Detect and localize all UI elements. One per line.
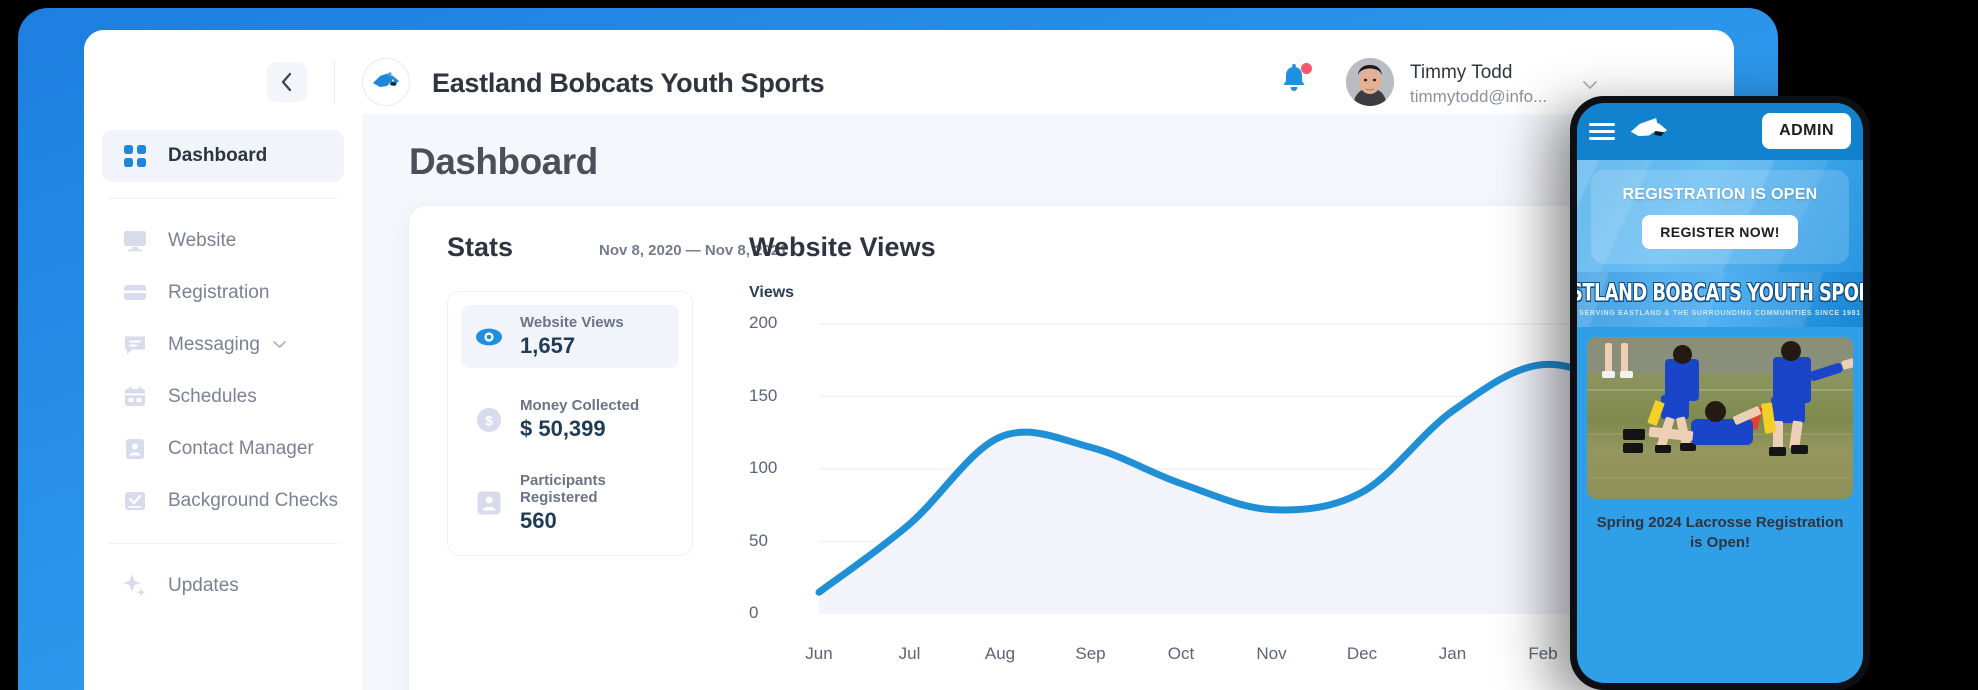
page-title: Dashboard [409, 141, 598, 182]
mobile-screen: ADMIN REGISTRATION IS OPEN REGISTER NOW!… [1577, 103, 1863, 683]
contact-icon [120, 434, 150, 464]
sidebar: Dashboard Website Registration Messaging… [84, 114, 362, 690]
sidebar-item-label: Background Checks [168, 490, 339, 511]
svg-text:$: $ [485, 412, 493, 428]
chart-x-tick: Jul [898, 644, 921, 663]
stat-row-participants-registered[interactable]: Participants Registered 560 [461, 471, 679, 534]
stat-row-money-collected[interactable]: $ Money Collected $ 50,399 [461, 388, 679, 451]
stat-label: Money Collected [520, 397, 640, 414]
stat-value: 1,657 [520, 333, 576, 358]
chevron-down-icon [1583, 81, 1597, 89]
mobile-hero-card: REGISTRATION IS OPEN REGISTER NOW! [1591, 170, 1849, 264]
bobcat-logo-icon [373, 72, 399, 87]
chat-icon [120, 330, 150, 360]
chart-title: Website Views [749, 232, 936, 262]
sidebar-item-schedules[interactable]: Schedules [102, 371, 344, 423]
app-body: Dashboard Website Registration Messaging… [84, 114, 1734, 690]
sidebar-item-messaging[interactable]: Messaging [102, 319, 344, 371]
banner-title: EASTLAND BOBCATS YOUTH SPORTS [1577, 279, 1863, 307]
sidebar-item-label: Schedules [168, 386, 257, 407]
notifications-button[interactable] [1280, 63, 1314, 101]
monitor-icon [120, 226, 150, 256]
chart-x-tick: Aug [984, 644, 1016, 663]
person-icon [474, 488, 504, 518]
dollar-icon: $ [474, 405, 504, 435]
card-icon [120, 278, 150, 308]
sidebar-item-updates[interactable]: Updates [102, 560, 344, 612]
mobile-nav-bar: ADMIN [1577, 103, 1863, 160]
main-content: Dashboard Stats Nov 8, 2020 — Nov 8, 202… [362, 114, 1734, 690]
chart-x-tick: Dec [1346, 644, 1378, 663]
stat-label: Website Views [520, 314, 624, 331]
sidebar-item-background-checks[interactable]: Background Checks [102, 475, 344, 527]
sidebar-item-dashboard[interactable]: Dashboard [102, 130, 344, 182]
chart-y-tick: 50 [749, 530, 768, 550]
sidebar-item-label: Messaging [168, 334, 260, 355]
chart-y-tick: 100 [749, 458, 778, 477]
chart-y-tick: 150 [749, 385, 778, 405]
eye-icon [474, 322, 504, 352]
chevron-left-icon [281, 72, 292, 92]
chart-x-tick: Jun [805, 644, 833, 663]
chart-x-tick: Sep [1075, 644, 1106, 663]
stat-value: $ 50,399 [520, 416, 606, 441]
user-avatar [1346, 58, 1394, 106]
mobile-hero-headline: REGISTRATION IS OPEN [1622, 185, 1818, 203]
chart-y-tick: 200 [749, 313, 778, 332]
sidebar-item-label: Contact Manager [168, 438, 314, 459]
mobile-preview-mockup: ADMIN REGISTRATION IS OPEN REGISTER NOW!… [1570, 96, 1870, 690]
chart-y-axis-label: Views [749, 284, 795, 301]
bobcat-logo-icon [1629, 116, 1669, 147]
chart-x-tick: Nov [1256, 644, 1287, 663]
chevron-down-icon[interactable] [272, 336, 287, 354]
page-org-title: Eastland Bobcats Youth Sports [432, 68, 825, 98]
banner-subtitle: SERVING EASTLAND & THE SURROUNDING COMMU… [1579, 310, 1861, 317]
topbar-divider [334, 60, 335, 104]
chart-x-tick: Jan [1438, 644, 1467, 663]
browser-frame: Eastland Bobcats Youth Sports Timmy Todd… [18, 8, 1778, 690]
back-button[interactable] [267, 62, 307, 102]
sidebar-divider-bottom [108, 543, 338, 544]
avatar[interactable] [1346, 58, 1394, 106]
browser-viewport: Eastland Bobcats Youth Sports Timmy Todd… [84, 30, 1734, 690]
user-menu-button[interactable] [1582, 77, 1598, 95]
mobile-feature-photo [1587, 337, 1853, 499]
sidebar-item-registration[interactable]: Registration [102, 267, 344, 319]
notification-dot [1301, 63, 1312, 74]
mobile-feature-caption: Spring 2024 Lacrosse Registration is Ope… [1596, 514, 1844, 552]
app-topbar: Eastland Bobcats Youth Sports Timmy Todd… [84, 30, 1734, 114]
sidebar-item-label: Updates [168, 575, 239, 596]
calendar-icon [120, 382, 150, 412]
stat-value: 560 [520, 507, 557, 533]
stats-card: Website Views 1,657 $ Money Collected $ … [447, 291, 693, 556]
chart-y-tick: 0 [749, 603, 759, 622]
screenshot-root: Eastland Bobcats Youth Sports Timmy Todd… [0, 0, 1978, 690]
mobile-site-banner: EASTLAND BOBCATS YOUTH SPORTS SERVING EA… [1577, 272, 1863, 327]
user-email: timmytodd@info... [1410, 87, 1548, 106]
grid-icon [120, 141, 150, 171]
org-logo [362, 58, 410, 106]
stat-row-website-views[interactable]: Website Views 1,657 [461, 305, 679, 368]
sidebar-item-contact-manager[interactable]: Contact Manager [102, 423, 344, 475]
stat-label: Participants Registered [520, 471, 606, 506]
sidebar-item-website[interactable]: Website [102, 215, 344, 267]
sidebar-divider-top [108, 198, 338, 199]
dashboard-panel: Stats Nov 8, 2020 — Nov 8, 2021 Website … [409, 206, 1734, 690]
sidebar-item-label: Registration [168, 282, 270, 303]
sidebar-item-label: Website [168, 230, 237, 251]
stats-heading: Stats [447, 232, 514, 262]
sparkle-icon [120, 571, 150, 601]
chart-x-tick: Oct [1167, 644, 1195, 663]
mobile-hero: REGISTRATION IS OPEN REGISTER NOW! [1577, 160, 1863, 272]
chart-x-tick: Feb [1528, 644, 1558, 663]
mobile-admin-button[interactable]: ADMIN [1762, 113, 1851, 149]
user-name: Timmy Todd [1410, 62, 1513, 83]
hamburger-menu-icon[interactable] [1589, 119, 1615, 144]
register-now-button[interactable]: REGISTER NOW! [1642, 214, 1798, 249]
check-badge-icon [120, 486, 150, 516]
sidebar-item-label: Dashboard [168, 145, 268, 166]
